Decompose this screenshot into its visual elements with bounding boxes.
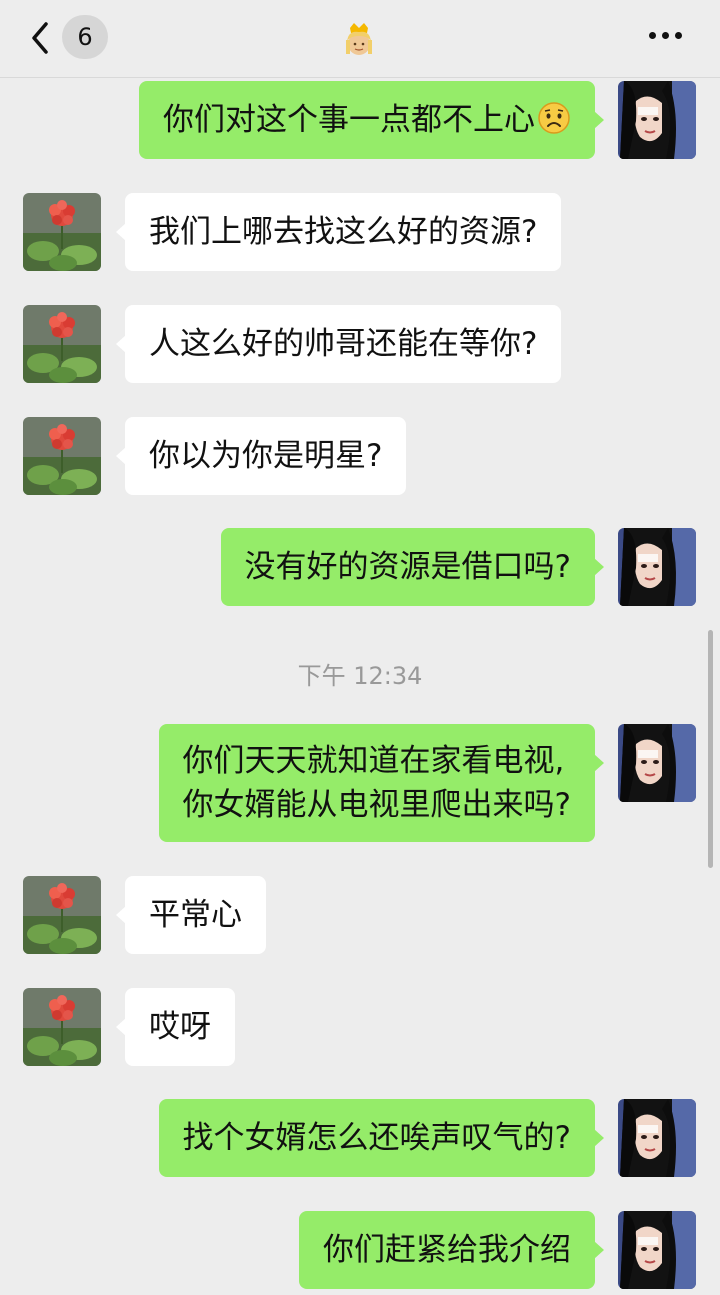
girl-avatar-icon[interactable] xyxy=(618,1211,696,1289)
message-text: 没有好的资源是借口吗? xyxy=(244,549,571,585)
message-text: 你们对这个事一点都不上心 xyxy=(163,102,535,138)
girl-avatar-icon[interactable] xyxy=(618,724,696,802)
message-row: 平常心 xyxy=(0,876,720,956)
message-row: 找个女婿怎么还唉声叹气的? xyxy=(0,1099,720,1179)
message-text: 你以为你是明星? xyxy=(149,438,383,474)
message-text-line: 你女婿能从电视里爬出来吗? xyxy=(182,787,571,823)
message-text: 哎呀 xyxy=(149,1009,211,1045)
flower-avatar-icon[interactable] xyxy=(23,417,101,495)
message-text: 我们上哪去找这么好的资源? xyxy=(149,214,538,250)
message-bubble-incoming[interactable]: 哎呀 xyxy=(116,988,235,1066)
message-bubble-outgoing[interactable]: 你们对这个事一点都不上心 xyxy=(139,81,604,159)
message-bubble-outgoing[interactable]: 找个女婿怎么还唉声叹气的? xyxy=(158,1099,605,1177)
scrollbar[interactable] xyxy=(708,630,713,868)
sad-face-emoji-icon xyxy=(538,102,570,134)
message-timestamp: 下午 12:34 xyxy=(297,662,423,690)
message-row: 哎呀 xyxy=(0,988,720,1068)
message-row: 没有好的资源是借口吗? xyxy=(0,528,720,608)
message-text: 平常心 xyxy=(149,897,242,933)
message-bubble-outgoing[interactable]: 你们赶紧给我介绍 xyxy=(299,1211,604,1289)
message-text: 人这么好的帅哥还能在等你? xyxy=(149,326,538,362)
message-bubble-incoming[interactable]: 你以为你是明星? xyxy=(115,417,407,495)
message-bubble-outgoing[interactable]: 没有好的资源是借口吗? xyxy=(220,528,605,606)
message-bubble-incoming[interactable]: 人这么好的帅哥还能在等你? xyxy=(115,305,562,383)
message-row: 你们对这个事一点都不上心 xyxy=(0,81,720,161)
message-text: 你们赶紧给我介绍 xyxy=(323,1232,571,1268)
message-bubble-incoming[interactable]: 平常心 xyxy=(116,876,266,954)
unread-count-badge[interactable]: 6 xyxy=(62,15,108,59)
message-text-line: 你们天天就知道在家看电视, xyxy=(182,743,565,779)
message-row: 你以为你是明星? xyxy=(0,417,720,497)
girl-avatar-icon[interactable] xyxy=(618,1099,696,1177)
message-row: 人这么好的帅哥还能在等你? xyxy=(0,305,720,385)
message-bubble-outgoing[interactable]: 你们天天就知道在家看电视, 你女婿能从电视里爬出来吗? xyxy=(158,724,605,842)
chat-header: 6 xyxy=(0,0,720,78)
more-dots-icon[interactable] xyxy=(646,24,690,48)
girl-avatar-icon[interactable] xyxy=(618,528,696,606)
flower-avatar-icon[interactable] xyxy=(23,988,101,1066)
message-row: 你们天天就知道在家看电视, 你女婿能从电视里爬出来吗? xyxy=(0,724,720,844)
message-row: 你们赶紧给我介绍 xyxy=(0,1211,720,1291)
girl-avatar-icon[interactable] xyxy=(618,81,696,159)
message-row: 我们上哪去找这么好的资源? xyxy=(0,193,720,273)
message-bubble-incoming[interactable]: 我们上哪去找这么好的资源? xyxy=(115,193,562,271)
flower-avatar-icon[interactable] xyxy=(23,305,101,383)
message-text: 找个女婿怎么还唉声叹气的? xyxy=(182,1120,571,1156)
flower-avatar-icon[interactable] xyxy=(23,193,101,271)
chevron-left-icon[interactable] xyxy=(26,18,56,58)
flower-avatar-icon[interactable] xyxy=(23,876,101,954)
princess-emoji-icon xyxy=(346,23,372,55)
